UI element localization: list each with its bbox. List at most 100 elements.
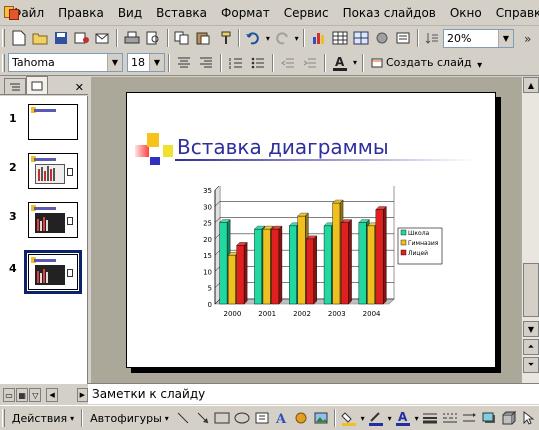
slide-sorter-view-icon[interactable]: ▦ — [16, 388, 29, 402]
slide-canvas[interactable]: Вставка диаграммы 0 5 10 15 20 25 30 35 2000 200… — [126, 92, 496, 368]
undo-dropdown-icon[interactable]: ▾ — [264, 34, 272, 43]
numbered-list-icon[interactable] — [225, 52, 247, 73]
y-tick-label: 0 — [208, 301, 212, 309]
arrow-tool-icon[interactable] — [193, 408, 213, 429]
toolbar-grip[interactable] — [2, 409, 5, 427]
menu-format[interactable]: Формат — [214, 0, 277, 26]
toolbar-grip[interactable] — [2, 29, 5, 47]
previous-slide-icon[interactable]: ⏶ — [523, 339, 539, 355]
email-icon[interactable] — [92, 28, 113, 49]
paste-icon[interactable] — [193, 28, 214, 49]
actions-menu-button[interactable]: Действия ▾ — [8, 412, 78, 425]
line-style-icon[interactable] — [420, 408, 440, 429]
font-size-select[interactable]: 18 ▼ — [127, 53, 165, 72]
notes-pane[interactable]: Заметки к слайду — [88, 383, 539, 404]
thumbnail-row-2[interactable]: 2 — [0, 153, 88, 193]
close-icon[interactable]: ✕ — [75, 81, 84, 94]
increase-indent-icon[interactable] — [299, 52, 321, 73]
scroll-up-icon[interactable]: ▲ — [523, 77, 539, 93]
thumbnail-row-1[interactable]: 1 — [0, 104, 88, 144]
chevron-down-icon[interactable]: ▼ — [107, 54, 122, 71]
tab-slides[interactable] — [26, 76, 48, 94]
new-document-icon[interactable] — [8, 28, 29, 49]
chevron-down-icon[interactable]: ▼ — [498, 29, 513, 47]
font-color-icon[interactable]: A — [329, 52, 351, 73]
clipart-tool-icon[interactable] — [311, 408, 331, 429]
fill-color-icon[interactable] — [339, 408, 359, 429]
line-tool-icon[interactable] — [173, 408, 193, 429]
zoom-select[interactable]: 20% ▼ — [442, 28, 514, 48]
insert-diagram-tool-icon[interactable] — [292, 408, 312, 429]
thumbnail-row-4[interactable]: 4 — [0, 250, 88, 294]
slide-thumbnail[interactable] — [28, 104, 78, 140]
wordart-tool-icon[interactable]: A — [272, 408, 292, 429]
slide-title[interactable]: Вставка диаграммы — [177, 135, 389, 159]
toolbar-separator — [237, 29, 240, 47]
svg-text:A: A — [335, 55, 345, 69]
rectangle-tool-icon[interactable] — [212, 408, 232, 429]
new-slide-button[interactable]: Создать слайд — [367, 56, 476, 69]
menu-view[interactable]: Вид — [111, 0, 149, 26]
help-icon[interactable]: » — [518, 28, 539, 49]
redo-icon[interactable] — [272, 28, 293, 49]
print-preview-icon[interactable] — [143, 28, 164, 49]
bulleted-list-icon[interactable] — [247, 52, 269, 73]
insert-chart-icon[interactable] — [308, 28, 329, 49]
permission-icon[interactable] — [71, 28, 92, 49]
expand-all-icon[interactable] — [393, 28, 414, 49]
thumbnail-row-3[interactable]: 3 — [0, 202, 88, 242]
next-slide-icon[interactable]: ⏷ — [523, 357, 539, 373]
print-icon[interactable] — [121, 28, 142, 49]
toolbar-options-icon[interactable]: ▾ — [476, 60, 484, 71]
scroll-right-icon[interactable]: ▶ — [76, 388, 89, 402]
insert-diagram-icon[interactable] — [372, 28, 393, 49]
menu-window[interactable]: Окно — [443, 0, 489, 26]
textbox-tool-icon[interactable] — [252, 408, 272, 429]
draw-font-color-icon[interactable]: A — [393, 408, 413, 429]
scrollbar-thumb[interactable] — [523, 263, 539, 317]
line-color-icon[interactable] — [366, 408, 386, 429]
redo-dropdown-icon[interactable]: ▾ — [293, 34, 301, 43]
fill-color-dropdown-icon[interactable]: ▾ — [359, 414, 366, 423]
insert-table-icon[interactable] — [330, 28, 351, 49]
shadow-style-icon[interactable] — [480, 408, 500, 429]
menu-slideshow[interactable]: Показ слайдов — [336, 0, 443, 26]
show-formatting-icon[interactable] — [422, 28, 443, 49]
align-right-icon[interactable] — [195, 52, 217, 73]
select-objects-icon[interactable] — [519, 408, 539, 429]
save-icon[interactable] — [50, 28, 71, 49]
chart-object[interactable]: 0 5 10 15 20 25 30 35 2000 2001 2002 2003 2004 Школ… — [193, 186, 443, 324]
decorative-logo — [135, 133, 175, 173]
vertical-scrollbar[interactable]: ▲ ▼ ⏶ ⏷ — [521, 77, 539, 383]
dash-style-icon[interactable] — [440, 408, 460, 429]
slide-thumbnail-selected[interactable] — [24, 250, 82, 294]
scroll-left-icon[interactable]: ◀ — [46, 388, 58, 402]
slideshow-view-icon[interactable]: ▽ — [29, 388, 42, 402]
3d-style-icon[interactable] — [499, 408, 519, 429]
arrow-style-icon[interactable] — [460, 408, 480, 429]
draw-font-color-dropdown-icon[interactable]: ▾ — [413, 414, 420, 423]
oval-tool-icon[interactable] — [232, 408, 252, 429]
format-painter-icon[interactable] — [214, 28, 235, 49]
autoshapes-menu-button[interactable]: Автофигуры ▾ — [86, 412, 173, 425]
tables-borders-icon[interactable] — [351, 28, 372, 49]
toolbar-grip[interactable] — [2, 53, 5, 72]
font-name-select[interactable]: Tahoma ▼ — [8, 53, 123, 72]
open-folder-icon[interactable] — [29, 28, 50, 49]
scroll-down-icon[interactable]: ▼ — [523, 321, 539, 337]
copy-icon[interactable] — [172, 28, 193, 49]
slide-thumbnail[interactable] — [28, 202, 78, 238]
decrease-indent-icon[interactable] — [277, 52, 299, 73]
align-center-icon[interactable] — [173, 52, 195, 73]
normal-view-icon[interactable]: ▭ — [3, 388, 16, 402]
line-color-dropdown-icon[interactable]: ▾ — [386, 414, 393, 423]
menu-tools[interactable]: Сервис — [277, 0, 336, 26]
slide-thumbnail[interactable] — [28, 153, 78, 189]
font-color-dropdown-icon[interactable]: ▾ — [351, 58, 359, 67]
chevron-down-icon[interactable]: ▼ — [149, 54, 164, 71]
tab-outline[interactable] — [4, 78, 26, 94]
menu-insert[interactable]: Вставка — [149, 0, 214, 26]
menu-help[interactable]: Справка — [489, 0, 539, 26]
undo-icon[interactable] — [243, 28, 264, 49]
menu-edit[interactable]: Правка — [51, 0, 111, 26]
